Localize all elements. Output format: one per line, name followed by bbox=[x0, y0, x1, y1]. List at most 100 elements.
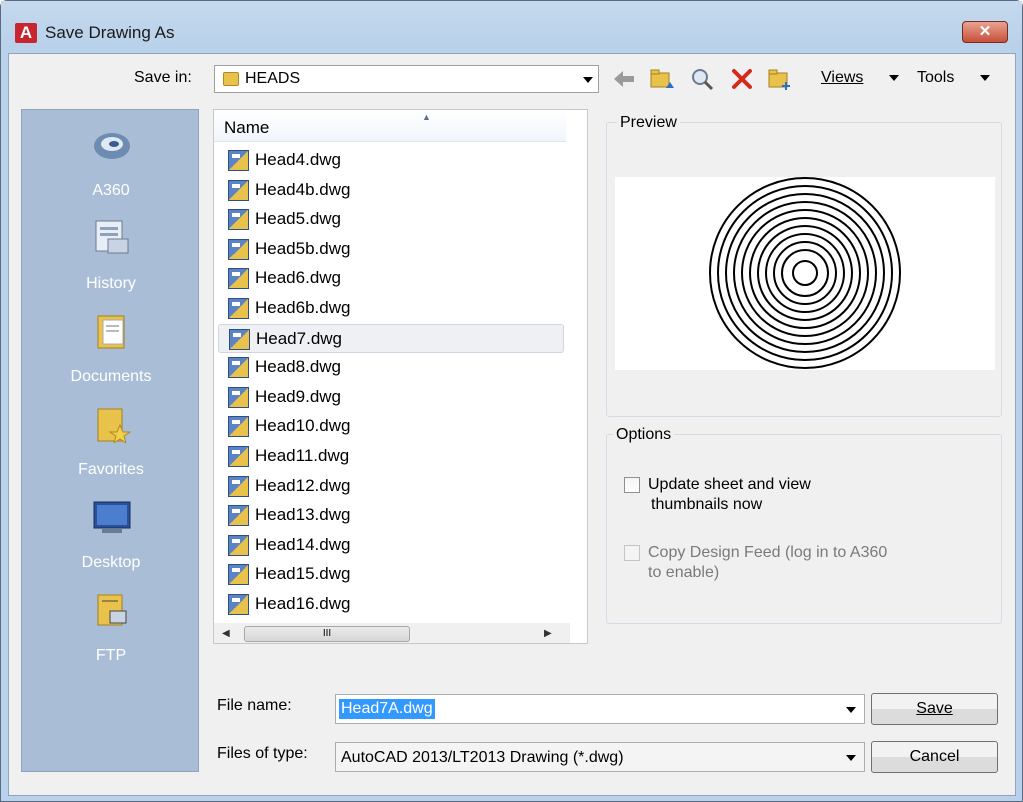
file-row[interactable]: Head6.dwg bbox=[218, 264, 564, 294]
save-drawing-dialog: A Save Drawing As ✕ Save in: HEADS Views… bbox=[0, 0, 1023, 802]
options-label: Options bbox=[613, 426, 675, 444]
file-name: Head6.dwg bbox=[255, 268, 342, 288]
file-row[interactable]: Head7.dwg bbox=[218, 323, 564, 354]
save-in-label: Save in: bbox=[134, 69, 192, 86]
file-name: Head5b.dwg bbox=[255, 238, 351, 258]
file-name-label: File name: bbox=[217, 697, 292, 714]
up-one-level-icon[interactable] bbox=[649, 66, 675, 92]
preview-label: Preview bbox=[617, 114, 680, 132]
file-row[interactable]: Head14.dwg bbox=[218, 531, 564, 561]
dwg-file-icon bbox=[229, 328, 250, 350]
files-of-type-label: Files of type: bbox=[217, 745, 308, 762]
search-web-icon[interactable] bbox=[689, 66, 715, 92]
dwg-file-icon bbox=[228, 475, 249, 497]
cancel-button-label: Cancel bbox=[909, 748, 960, 765]
tools-menu[interactable]: Tools bbox=[917, 69, 954, 87]
dwg-file-icon bbox=[228, 564, 249, 586]
file-name: Head12.dwg bbox=[255, 475, 351, 495]
options-group: Options Update sheet and view thumbnails… bbox=[606, 426, 1002, 624]
file-name: Head4.dwg bbox=[255, 150, 342, 169]
file-name: Head9.dwg bbox=[255, 386, 342, 406]
desktop-monitor-icon bbox=[93, 501, 131, 533]
views-menu[interactable]: Views bbox=[821, 69, 863, 87]
file-name: Head13.dwg bbox=[255, 505, 351, 525]
save-button[interactable]: Save bbox=[871, 693, 998, 725]
update-thumbnails-line2: thumbnails now bbox=[651, 496, 763, 513]
file-name-input[interactable]: Head7A.dwg bbox=[335, 694, 865, 724]
dwg-file-icon bbox=[228, 534, 249, 556]
copy-design-feed-label: Copy Design Feed (log in to A360 to enab… bbox=[648, 543, 887, 583]
file-row[interactable]: Head12.dwg bbox=[218, 472, 564, 502]
file-name: Head11.dwg bbox=[255, 445, 350, 465]
dwg-file-icon bbox=[228, 209, 249, 231]
place-favorites[interactable]: Favorites bbox=[22, 403, 200, 493]
place-ftp[interactable]: FTP bbox=[22, 589, 200, 679]
file-name: Head16.dwg bbox=[255, 593, 351, 613]
file-name: Head14.dwg bbox=[255, 534, 351, 554]
tools-chevron-down-icon[interactable] bbox=[980, 75, 990, 81]
place-desktop[interactable]: Desktop bbox=[22, 496, 200, 586]
place-label: FTP bbox=[95, 647, 127, 664]
update-thumbnails-line1: Update sheet and view bbox=[648, 476, 811, 493]
file-row[interactable]: Head15.dwg bbox=[218, 560, 564, 590]
dwg-file-icon bbox=[228, 386, 249, 408]
file-row[interactable]: Head10.dwg bbox=[218, 412, 564, 442]
sort-ascending-icon: ▲ bbox=[422, 112, 431, 122]
file-row[interactable]: Head5b.dwg bbox=[218, 235, 564, 265]
new-folder-icon[interactable] bbox=[767, 66, 793, 92]
copy-design-feed-checkbox bbox=[624, 545, 640, 561]
scroll-left-icon[interactable]: ◀ bbox=[222, 628, 230, 639]
file-row[interactable]: Head16.dwg bbox=[218, 590, 564, 620]
horizontal-scrollbar[interactable]: ◀ III ▶ bbox=[214, 623, 570, 643]
cancel-button[interactable]: Cancel bbox=[871, 741, 998, 773]
files-of-type-value: AutoCAD 2013/LT2013 Drawing (*.dwg) bbox=[341, 749, 624, 766]
file-row[interactable]: Head13.dwg bbox=[218, 501, 564, 531]
file-name-chevron-down-icon[interactable] bbox=[846, 707, 856, 713]
dwg-file-icon bbox=[228, 505, 249, 527]
file-row[interactable]: Head5.dwg bbox=[218, 205, 564, 235]
files-of-type-dropdown[interactable]: AutoCAD 2013/LT2013 Drawing (*.dwg) bbox=[335, 742, 865, 772]
place-documents[interactable]: Documents bbox=[22, 310, 200, 400]
place-label: History bbox=[86, 275, 136, 292]
dwg-file-icon bbox=[228, 593, 249, 615]
column-header-name[interactable]: ▲ Name bbox=[214, 110, 566, 142]
title-bar[interactable]: A Save Drawing As ✕ bbox=[1, 1, 1022, 45]
places-bar: A360 History Documents Favorites Desktop… bbox=[21, 109, 199, 772]
file-name: Head7.dwg bbox=[256, 328, 343, 348]
views-chevron-down-icon[interactable] bbox=[889, 75, 899, 81]
update-thumbnails-label[interactable]: Update sheet and view thumbnails now bbox=[648, 475, 811, 515]
horizontal-scroll-thumb[interactable]: III bbox=[244, 626, 410, 642]
save-in-value: HEADS bbox=[245, 70, 301, 87]
copy-design-feed-line1: Copy Design Feed (log in to A360 bbox=[648, 544, 888, 561]
dwg-file-icon bbox=[228, 238, 249, 260]
preview-group: Preview bbox=[606, 114, 1002, 417]
close-button[interactable]: ✕ bbox=[962, 21, 1008, 43]
file-name: Head8.dwg bbox=[255, 357, 342, 377]
place-a360[interactable]: A360 bbox=[22, 124, 200, 214]
preview-image bbox=[615, 177, 995, 370]
save-button-label: Save bbox=[916, 700, 953, 717]
files-of-type-chevron-down-icon[interactable] bbox=[846, 755, 856, 761]
file-row[interactable]: Head11.dwg bbox=[218, 442, 564, 472]
file-row[interactable]: Head4b.dwg bbox=[218, 176, 564, 206]
file-row[interactable]: Head8.dwg bbox=[218, 353, 564, 383]
file-row[interactable]: Head9.dwg bbox=[218, 383, 564, 413]
dwg-file-icon bbox=[228, 179, 249, 201]
place-label: Documents bbox=[70, 368, 152, 385]
scroll-right-icon[interactable]: ▶ bbox=[544, 628, 552, 639]
file-row[interactable]: Head4.dwg bbox=[218, 146, 564, 176]
file-name: Head6b.dwg bbox=[255, 297, 351, 317]
a360-cloud-icon bbox=[94, 133, 130, 159]
file-name: Head5.dwg bbox=[255, 209, 342, 229]
file-name-value: Head7A.dwg bbox=[339, 699, 435, 719]
file-list[interactable]: ▲ Name Head4.dwg Head4b.dwg Head5.dwg Head5… bbox=[213, 109, 588, 644]
favorites-folder-icon bbox=[97, 408, 132, 443]
delete-icon[interactable] bbox=[729, 66, 755, 92]
update-thumbnails-checkbox[interactable] bbox=[624, 477, 640, 493]
place-history[interactable]: History bbox=[22, 217, 200, 307]
dialog-body: Save in: HEADS Views Tools A360 History … bbox=[8, 53, 1016, 796]
save-in-dropdown[interactable]: HEADS bbox=[214, 65, 599, 93]
history-icon bbox=[95, 220, 129, 254]
file-row[interactable]: Head6b.dwg bbox=[218, 294, 564, 324]
back-icon[interactable] bbox=[611, 66, 637, 92]
